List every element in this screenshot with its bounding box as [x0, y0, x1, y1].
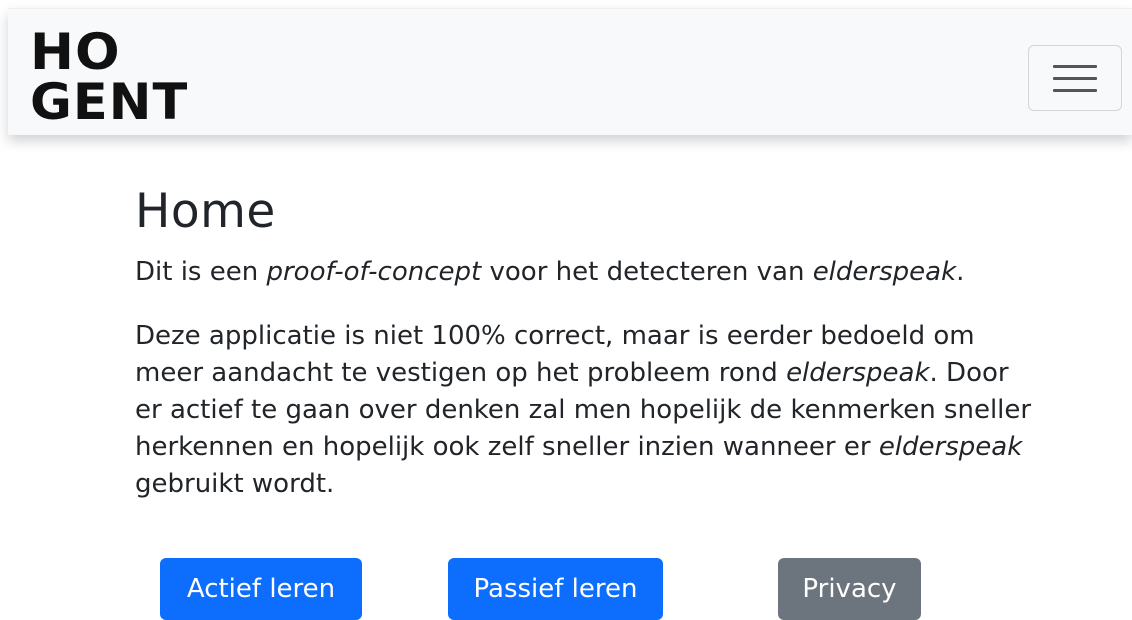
description-paragraph: Deze applicatie is niet 100% correct, ma… [135, 318, 1035, 503]
hamburger-menu-icon [1053, 65, 1097, 68]
passief-leren-button[interactable]: Passief leren [448, 558, 663, 620]
body-text-3: gebruikt wordt. [135, 469, 335, 499]
actief-leren-button[interactable]: Actief leren [160, 558, 362, 620]
intro-text-2: voor het detecteren van [481, 257, 813, 287]
logo-line-2: GENT [30, 73, 189, 131]
hamburger-menu-icon-bar [1053, 89, 1097, 92]
hamburger-menu-icon-bar [1053, 77, 1097, 80]
body-emphasis-2: elderspeak [878, 432, 1023, 462]
navbar-toggler-button[interactable] [1028, 45, 1122, 111]
top-strip [0, 0, 1132, 8]
main-content: Home Dit is een proof-of-concept voor he… [135, 180, 1035, 620]
intro-text-3: . [956, 257, 965, 287]
privacy-button[interactable]: Privacy [778, 558, 921, 620]
logo-line-1: HO [30, 23, 121, 81]
intro-paragraph: Dit is een proof-of-concept voor het det… [135, 254, 1035, 291]
intro-emphasis-2: elderspeak [812, 257, 957, 287]
navbar: HO GENT [8, 8, 1132, 135]
body-emphasis-1: elderspeak [786, 358, 930, 388]
intro-emphasis-1: proof-of-concept [266, 257, 482, 287]
hogent-logo[interactable]: HO GENT [30, 27, 189, 131]
intro-text-1: Dit is een [135, 257, 267, 287]
page-title: Home [135, 184, 276, 239]
